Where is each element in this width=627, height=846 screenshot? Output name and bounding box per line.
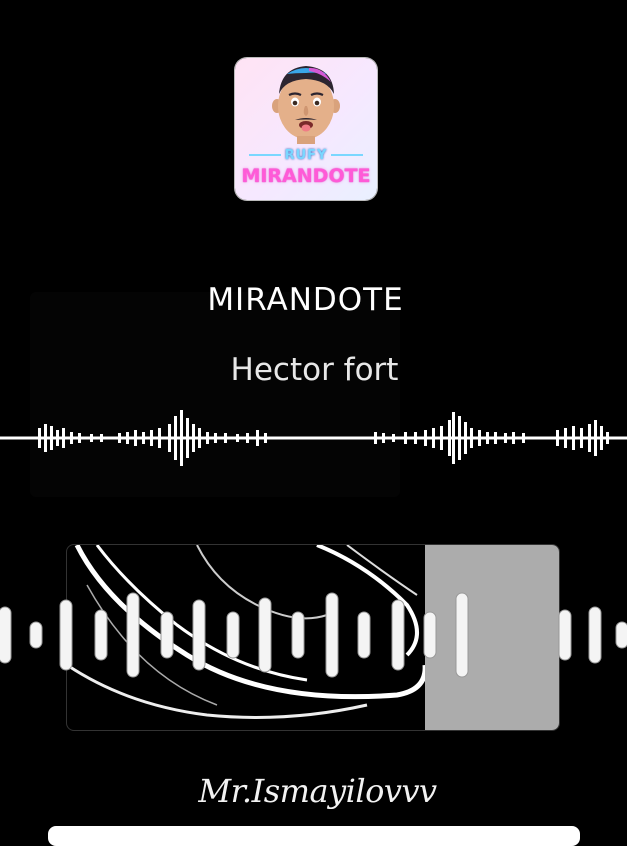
waveform-spike — [404, 432, 407, 444]
waveform-spike — [44, 424, 47, 452]
album-art-label-main: MIRANDOTE — [241, 165, 371, 187]
bottom-panel[interactable] — [48, 826, 580, 846]
track-title: MIRANDOTE — [207, 282, 404, 318]
waveform-spike — [206, 432, 209, 444]
waveform-spike — [440, 426, 443, 450]
waveform-spike — [382, 433, 385, 443]
waveform-spike — [150, 430, 153, 446]
waveform-spike — [236, 434, 239, 442]
waveform-spike — [78, 433, 81, 443]
waveform-spike — [432, 428, 435, 448]
waveform-spike — [494, 432, 497, 444]
visualizer-bar — [126, 592, 140, 678]
waveform-spike — [100, 434, 103, 442]
waveform-spike — [192, 424, 195, 452]
visualizer-bar — [160, 611, 174, 659]
waveform-spike — [414, 432, 417, 444]
visualizer-bar — [423, 611, 437, 659]
waveform-spike — [168, 424, 171, 452]
waveform-spike — [186, 418, 189, 458]
visualizer-bar — [0, 606, 12, 664]
waveform-spike — [522, 433, 525, 443]
waveform-spike — [70, 432, 73, 444]
waveform-spike — [564, 428, 567, 448]
visualizer-bar — [558, 609, 572, 661]
waveform-spike — [264, 433, 267, 443]
waveform-spike — [126, 432, 129, 444]
waveform-spike — [600, 426, 603, 450]
waveform-spike — [470, 428, 473, 448]
visualizer-bar — [455, 592, 469, 678]
waveform-spike — [464, 422, 467, 454]
visualizer-bar — [29, 621, 43, 649]
waveform-spike — [224, 433, 227, 443]
waveform-spike — [392, 434, 395, 442]
waveform-spike — [180, 410, 183, 466]
signature-watermark: Mr.Ismayilovvv — [198, 772, 437, 810]
waveform-spike — [62, 428, 65, 448]
visualizer-bar — [226, 611, 240, 659]
waveform-spike — [374, 432, 377, 444]
waveform-spike — [556, 430, 559, 446]
waveform-spike — [588, 424, 591, 452]
visualizer-bar — [325, 592, 339, 678]
waveform-spike — [38, 428, 41, 448]
track-artist: Hector fort — [230, 352, 399, 388]
visualizer-bar — [391, 599, 405, 671]
waveform-spike — [256, 430, 259, 446]
waveform-spike — [198, 428, 201, 448]
waveform-spike — [90, 434, 93, 442]
waveform-spike — [606, 432, 609, 444]
waveform-spike — [452, 412, 455, 464]
album-art: RUFY MIRANDOTE — [235, 58, 377, 200]
waveform-spike — [512, 432, 515, 444]
waveform-spike — [134, 430, 137, 446]
visualizer-bar — [192, 599, 206, 671]
waveform-spike — [594, 420, 597, 456]
visualizer-bar — [291, 611, 305, 659]
waveform-spike — [142, 432, 145, 444]
waveform-spike — [246, 433, 249, 443]
waveform-spike — [580, 428, 583, 448]
waveform-spike — [118, 433, 121, 443]
visualizer-bar — [615, 621, 627, 649]
visualizer-bar — [588, 606, 602, 664]
waveform-spike — [56, 430, 59, 446]
waveform-spike — [214, 433, 217, 443]
visualizer-bar — [357, 611, 371, 659]
waveform-spike — [158, 428, 161, 448]
waveform-spike — [478, 430, 481, 446]
album-art-label-top: RUFY — [284, 148, 328, 163]
waveform-spike — [458, 416, 461, 460]
waveform-spike — [50, 426, 53, 450]
visualizer-bar — [258, 597, 272, 673]
waveform-spike — [448, 420, 451, 456]
waveform-spike — [572, 426, 575, 450]
visualizer-bar — [59, 599, 73, 671]
waveform-spike — [486, 432, 489, 444]
visualizer-bar — [94, 609, 108, 661]
waveform-spike — [174, 416, 177, 460]
audio-waveform — [0, 410, 627, 466]
audio-visualizer — [0, 592, 627, 678]
waveform-spike — [424, 430, 427, 446]
waveform-spike — [504, 433, 507, 443]
